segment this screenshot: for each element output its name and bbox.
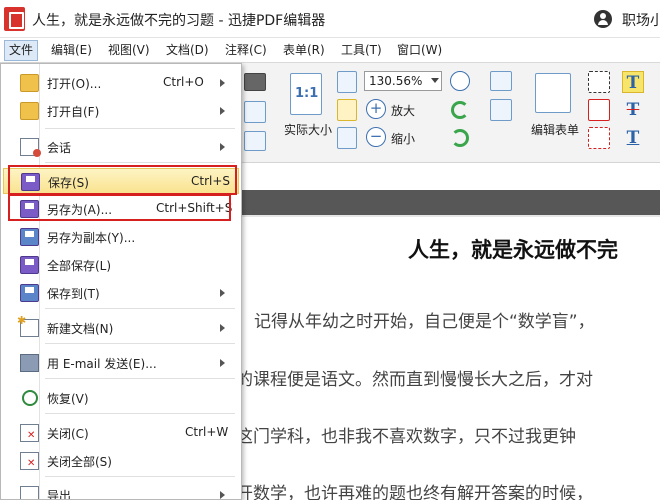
document-heading: 人生，就是永远做不完 [408, 238, 618, 262]
menu-document[interactable]: 文档(D) [162, 40, 213, 61]
restore-icon [22, 390, 38, 406]
folder-from-icon [20, 102, 39, 120]
search-icon[interactable] [450, 71, 470, 91]
chevron-right-icon [220, 359, 225, 367]
title-bar: 人生，就是永远做不完的习题 - 迅捷PDF编辑器 职场小 [0, 0, 660, 38]
chevron-right-icon [220, 143, 225, 151]
new-document-icon [17, 314, 39, 337]
menu-annotation[interactable]: 注释(C) [221, 40, 271, 61]
chevron-right-icon [220, 491, 225, 499]
page-icon[interactable] [244, 101, 266, 123]
folder-open-icon [20, 74, 39, 92]
underline-text-icon[interactable]: T [622, 127, 644, 149]
one-to-one-label: 1:1 [295, 86, 319, 101]
menu-file[interactable]: 文件 [4, 40, 39, 61]
save-all-icon [20, 256, 39, 274]
menu-separator [45, 378, 235, 379]
window-title: 人生，就是永远做不完的习题 - 迅捷PDF编辑器 [32, 13, 326, 29]
user-icon[interactable] [594, 10, 612, 28]
zoom-select[interactable]: 130.56% [364, 71, 442, 91]
rotate-left-icon[interactable] [451, 101, 469, 119]
fit-width-icon[interactable] [337, 99, 357, 121]
edit-form-icon[interactable] [535, 73, 571, 113]
menu-item-save-all[interactable]: 全部保存(L) [3, 252, 239, 278]
chevron-right-icon [220, 289, 225, 297]
email-icon [20, 354, 39, 372]
zoom-value: 130.56% [369, 74, 423, 88]
chevron-right-icon [220, 107, 225, 115]
text-box-icon[interactable] [588, 99, 610, 121]
document-line-3: 这门学科，也非我不喜欢数字，只不过我更钟 [236, 427, 576, 447]
text-field-icon[interactable] [588, 71, 610, 93]
user-name[interactable]: 职场小 [622, 10, 660, 30]
menu-window[interactable]: 窗口(W) [393, 40, 446, 61]
actual-size-icon[interactable]: 1:1 [290, 73, 322, 115]
zoom-in-label[interactable]: 放大 [391, 102, 415, 119]
save-copy-icon [20, 228, 39, 246]
actual-size-label[interactable]: 实际大小 [284, 121, 332, 138]
strikeout-text-icon[interactable]: T [622, 99, 644, 121]
menu-separator [45, 128, 235, 129]
highlight-frame-save-as [8, 194, 231, 221]
menu-item-export[interactable]: 导出 [3, 482, 239, 499]
menu-bar: 文件 编辑(E) 视图(V) 文档(D) 注释(C) 表单(R) 工具(T) 窗… [0, 38, 660, 63]
menu-item-save-to[interactable]: 保存到(T) [3, 280, 239, 306]
callout-icon[interactable] [588, 127, 610, 149]
edit-form-label[interactable]: 编辑表单 [531, 121, 579, 138]
menu-tools[interactable]: 工具(T) [337, 40, 386, 61]
highlight-text-icon[interactable]: T [622, 71, 644, 93]
menu-item-open[interactable]: 打开(O)... Ctrl+O [3, 70, 239, 96]
menu-separator [45, 343, 235, 344]
save-to-icon [20, 284, 39, 302]
chevron-down-icon [431, 78, 439, 83]
document-line-2: 的课程便是语文。然而直到慢慢长大之后，才对 [236, 370, 593, 390]
fit-visible-icon[interactable] [337, 127, 357, 149]
camera-icon[interactable] [244, 73, 266, 91]
menu-separator [45, 308, 235, 309]
app-logo-icon [4, 7, 25, 31]
chevron-right-icon [220, 79, 225, 87]
document-line-4: 开数学，也许再难的题也终有解开答案的时候， [236, 484, 593, 500]
rotate-right-icon[interactable] [451, 129, 469, 147]
menu-item-close-all[interactable]: 关闭全部(S) [3, 448, 239, 474]
chevron-right-icon [220, 324, 225, 332]
close-all-icon [20, 452, 39, 470]
zoom-out-icon[interactable]: − [366, 127, 386, 147]
menu-view[interactable]: 视图(V) [104, 40, 154, 61]
menu-edit[interactable]: 编辑(E) [47, 40, 96, 61]
highlight-frame-save [8, 165, 237, 195]
file-menu: 打开(O)... Ctrl+O 打开自(F) 会话 保存(S) Ctrl+S 另… [0, 63, 242, 500]
menu-separator [45, 476, 235, 477]
image-edit-icon[interactable] [490, 71, 512, 91]
add-text-icon[interactable] [490, 99, 512, 121]
zoom-out-label[interactable]: 缩小 [391, 130, 415, 147]
menu-separator [45, 413, 235, 414]
document-line-1: 记得从年幼之时开始，自己便是个“数学盲”， [254, 312, 595, 332]
menu-item-open-from[interactable]: 打开自(F) [3, 98, 239, 124]
menu-item-restore[interactable]: 恢复(V) [3, 385, 239, 411]
fit-page-icon[interactable] [337, 71, 357, 93]
close-document-icon [20, 424, 39, 442]
menu-item-session[interactable]: 会话 [3, 134, 239, 160]
session-icon [20, 138, 41, 157]
menu-separator [45, 162, 235, 163]
menu-form[interactable]: 表单(R) [279, 40, 329, 61]
menu-item-close[interactable]: 关闭(C) Ctrl+W [3, 420, 239, 446]
attach-icon[interactable] [244, 131, 266, 151]
menu-item-email[interactable]: 用 E-mail 发送(E)... [3, 350, 239, 376]
menu-item-new-document[interactable]: 新建文档(N) [3, 314, 239, 341]
export-icon [20, 486, 39, 499]
menu-item-save-copy[interactable]: 另存为副本(Y)... [3, 224, 239, 250]
zoom-in-icon[interactable]: + [366, 99, 386, 119]
